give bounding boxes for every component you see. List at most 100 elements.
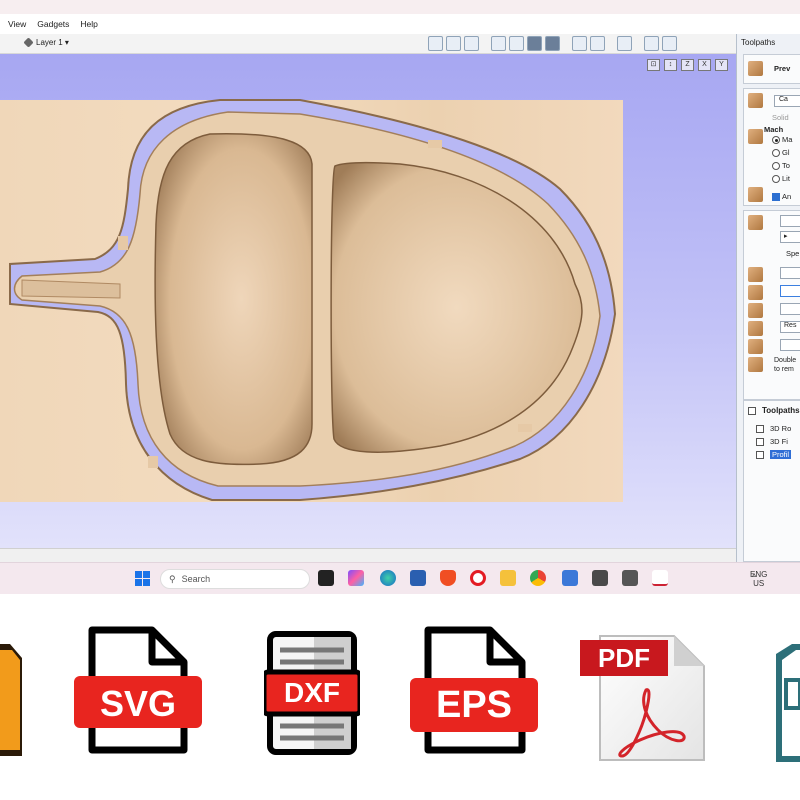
- playback-field[interactable]: [780, 215, 800, 227]
- language-indicator[interactable]: ENG US: [750, 570, 767, 588]
- hint-line-1: Double: [774, 357, 797, 364]
- option-label: Gl: [782, 148, 790, 157]
- solid-label: Solid: [772, 113, 789, 122]
- toolpath-visibility-icon[interactable]: [572, 36, 587, 51]
- view-toolbar: Layer 1 ▾: [0, 34, 736, 54]
- aspire-icon[interactable]: [622, 570, 638, 586]
- store-icon[interactable]: [410, 570, 426, 586]
- panel-tab-toolpaths[interactable]: Toolpaths: [741, 38, 775, 47]
- layer-label: Layer 1 ▾: [36, 38, 69, 47]
- playback-icon: [748, 215, 763, 230]
- step-icon: [748, 267, 763, 282]
- toolpath-item[interactable]: 3D Fi: [770, 437, 788, 446]
- opera-icon[interactable]: [470, 570, 486, 586]
- screenshot: View Gadgets Help Layer 1 ▾ ⊡ ↕ Z X Y To…: [0, 0, 800, 800]
- machine-icon: [748, 129, 763, 144]
- start-icon[interactable]: [135, 571, 150, 586]
- toolpaths-header: Toolpaths: [762, 406, 800, 415]
- preview-section: Prev: [743, 54, 800, 84]
- region-label: US: [753, 579, 765, 588]
- file-explorer-icon[interactable]: [500, 570, 516, 586]
- menu-view[interactable]: View: [8, 19, 26, 29]
- speed-label: Spe: [786, 249, 800, 258]
- brave-icon[interactable]: [440, 570, 456, 586]
- material-section: Ca Solid Mach Ma Gl To Lit An: [743, 88, 800, 206]
- toolpaths-header-checkbox[interactable]: [748, 407, 756, 415]
- language-label: ENG: [750, 570, 768, 579]
- animate-icon: [748, 187, 763, 202]
- menu-bar: View Gadgets Help: [0, 14, 800, 34]
- edge-icon[interactable]: [380, 570, 396, 586]
- 3d-viewport[interactable]: ⊡ ↕ Z X Y: [0, 54, 736, 548]
- toolpath-checkbox[interactable]: [756, 438, 764, 446]
- toolpath-list-section: Toolpaths 3D Ro 3D Fi Profil: [743, 400, 800, 562]
- viewport-status-bar: [0, 548, 736, 562]
- option-label: Lit: [782, 174, 790, 183]
- option-radio[interactable]: [772, 175, 780, 183]
- search-icon: ⚲: [169, 573, 176, 584]
- svg-format-label: SVG: [99, 683, 177, 724]
- dxf-format-label: DXF: [284, 677, 340, 708]
- toolpath-checkbox[interactable]: [756, 425, 764, 433]
- playback-section: ▸ Spe Res Double to rem: [743, 210, 800, 400]
- ai-file-icon: [0, 644, 22, 756]
- zoom-in-icon[interactable]: [509, 36, 524, 51]
- windows-taskbar: ⚲ Search ^ ENG US: [0, 562, 800, 594]
- split-view-icon[interactable]: [644, 36, 659, 51]
- animate-checkbox[interactable]: [772, 193, 780, 201]
- copilot-icon[interactable]: [348, 570, 364, 586]
- simulate-field[interactable]: [780, 303, 800, 315]
- material-icon: [748, 93, 763, 108]
- reset-button[interactable]: Res: [780, 321, 800, 333]
- option-label: Ma: [782, 135, 793, 144]
- machine-label: Mach: [764, 125, 784, 134]
- step-field[interactable]: [780, 267, 800, 279]
- zoom-box-icon[interactable]: [428, 36, 443, 51]
- chrome-icon[interactable]: [530, 570, 546, 586]
- toolpath-item-selected[interactable]: Profil: [770, 450, 792, 459]
- layer-selector[interactable]: Layer 1 ▾: [23, 37, 69, 48]
- task-view-icon[interactable]: [318, 570, 334, 586]
- taskbar-search[interactable]: ⚲ Search: [160, 569, 310, 589]
- notepad-icon[interactable]: [562, 570, 578, 586]
- active-app-icon[interactable]: [652, 570, 668, 586]
- toolpath-checkbox[interactable]: [756, 451, 764, 459]
- material-icon[interactable]: [617, 36, 632, 51]
- acorn-tray-model: [9, 99, 617, 501]
- toolpaths-panel: Toolpaths Prev Ca Solid Mach Ma Gl To Li…: [736, 34, 800, 562]
- simulate-icon: [748, 303, 763, 318]
- zoom-selection-icon[interactable]: [545, 36, 560, 51]
- reset-icon: [748, 321, 763, 336]
- vcarve-icon[interactable]: [592, 570, 608, 586]
- pdf-format-label: PDF: [598, 643, 650, 673]
- search-placeholder: Search: [181, 574, 211, 584]
- zoom-fit-icon[interactable]: [527, 36, 542, 51]
- menu-gadgets[interactable]: Gadgets: [37, 19, 69, 29]
- draw-tool-icon[interactable]: [590, 36, 605, 51]
- pan-icon[interactable]: [491, 36, 506, 51]
- save-preview-field[interactable]: [780, 339, 800, 351]
- hint-line-2: to rem: [774, 366, 794, 373]
- dwg-file-icon: [776, 644, 800, 762]
- material-button[interactable]: Ca: [774, 95, 800, 107]
- animate-label: An: [782, 192, 792, 201]
- menu-help[interactable]: Help: [80, 19, 97, 29]
- option-radio[interactable]: [772, 136, 780, 144]
- option-radio[interactable]: [772, 149, 780, 157]
- layer-icon: [23, 37, 34, 48]
- hold-tab: [148, 456, 158, 468]
- snap-icon[interactable]: [446, 36, 461, 51]
- window-layout-icon[interactable]: [662, 36, 677, 51]
- tool-field[interactable]: [780, 285, 800, 297]
- hold-tab: [118, 236, 128, 250]
- hold-tab: [518, 424, 532, 432]
- option-label: To: [782, 161, 790, 170]
- info-icon: [748, 357, 763, 372]
- preview-label[interactable]: Prev: [774, 64, 790, 73]
- grid-icon[interactable]: [464, 36, 479, 51]
- tool-icon: [748, 285, 763, 300]
- play-button[interactable]: ▸: [780, 231, 800, 243]
- hold-tab: [428, 140, 442, 148]
- option-radio[interactable]: [772, 162, 780, 170]
- toolpath-item[interactable]: 3D Ro: [770, 424, 791, 433]
